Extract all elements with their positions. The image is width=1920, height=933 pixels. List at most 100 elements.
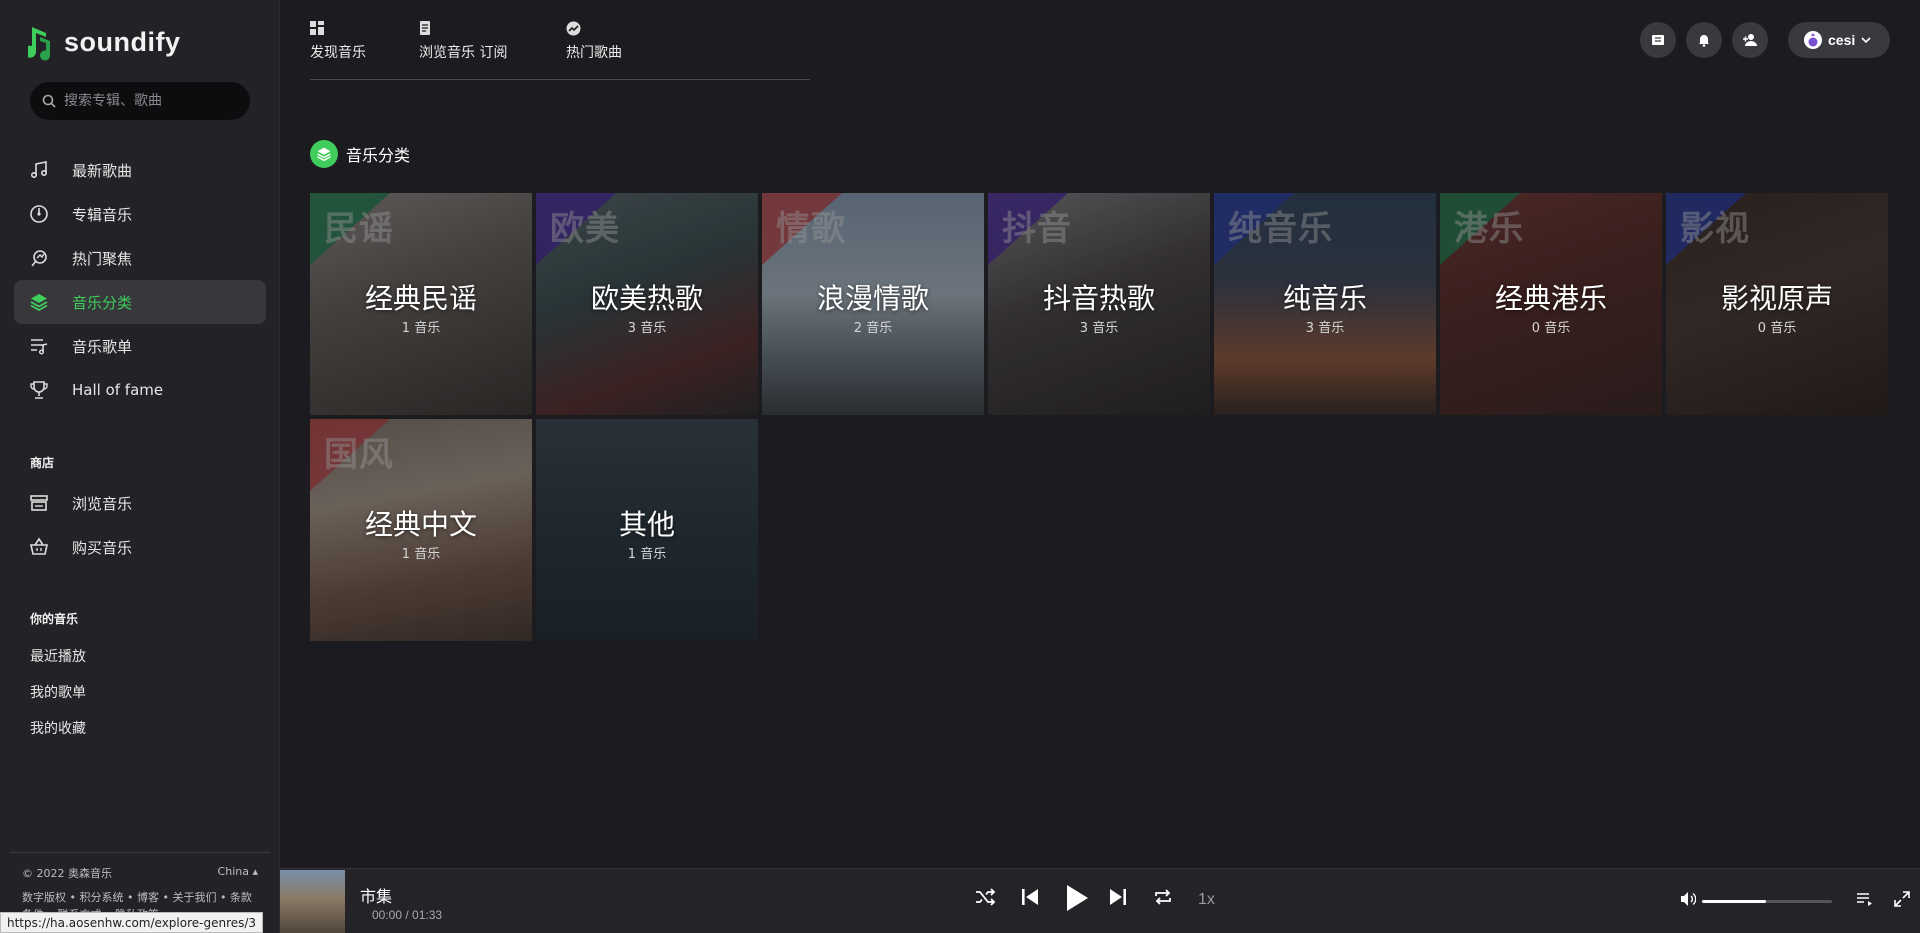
layers-icon <box>310 140 338 168</box>
sidebar-item-label: 购买音乐 <box>72 538 133 557</box>
genre-card[interactable]: 民谣 经典民谣 1 音乐 <box>310 193 532 415</box>
genre-card[interactable]: 国风 经典中文 1 音乐 <box>310 419 532 641</box>
tab-label: 浏览音乐 订阅 <box>419 45 508 61</box>
copyright: © 2022 奥森音乐 <box>22 867 112 880</box>
disc-icon <box>28 203 50 225</box>
top-tabs: 发现音乐 浏览音乐 订阅 热门歌曲 <box>310 18 810 80</box>
genre-count: 1 音乐 <box>627 547 667 562</box>
sidebar-item-genres[interactable]: 音乐分类 <box>14 280 266 324</box>
genre-count: 3 音乐 <box>1079 321 1119 336</box>
genre-title: 其他 <box>618 508 675 541</box>
genre-card[interactable]: 其他 1 音乐 <box>536 419 758 641</box>
genre-title: 经典港乐 <box>1494 282 1607 315</box>
genre-count: 1 音乐 <box>401 321 441 336</box>
skip-next-icon <box>1110 889 1126 905</box>
notifications-button[interactable] <box>1686 22 1722 58</box>
avatar-icon <box>1808 33 1818 47</box>
search-box[interactable] <box>30 82 250 120</box>
add-friend-button[interactable] <box>1732 22 1768 58</box>
cart-button[interactable] <box>1640 22 1676 58</box>
sidebar-item-label: 最新歌曲 <box>72 161 133 180</box>
tab-label: 热门歌曲 <box>566 45 622 61</box>
search-icon <box>42 94 56 108</box>
genre-title: 纯音乐 <box>1282 282 1367 315</box>
repeat-button[interactable] <box>1153 887 1173 907</box>
playback-speed[interactable]: 1x <box>1198 891 1215 909</box>
previous-button[interactable] <box>1021 887 1039 907</box>
shop-nav: 浏览音乐 购买音乐 <box>14 481 266 569</box>
search-input[interactable] <box>64 93 234 109</box>
sidebar-item-label: 专辑音乐 <box>72 205 133 224</box>
genre-title: 影视原声 <box>1720 282 1833 315</box>
sidebar-item-albums[interactable]: 专辑音乐 <box>14 192 266 236</box>
chevron-down-icon <box>1861 37 1871 44</box>
store-icon <box>28 492 50 514</box>
sidebar-item-label: 热门聚焦 <box>72 249 133 268</box>
genre-card[interactable]: 港乐 经典港乐 0 音乐 <box>1440 193 1662 415</box>
repeat-icon <box>1155 889 1171 905</box>
genre-title: 浪漫情歌 <box>816 282 929 315</box>
sidebar-item-label: Hall of fame <box>72 381 164 399</box>
music-note-icon <box>28 159 50 181</box>
username: cesi <box>1828 32 1856 48</box>
play-icon <box>1067 885 1088 911</box>
sidebar-item-hall-of-fame[interactable]: Hall of fame <box>14 368 266 412</box>
track-time: 00:00 / 01:33 <box>372 908 443 922</box>
volume-slider[interactable] <box>1702 900 1832 903</box>
next-button[interactable] <box>1109 887 1127 907</box>
document-icon <box>419 18 507 38</box>
genre-card[interactable]: 影视 影视原声 0 音乐 <box>1666 193 1888 415</box>
grid-icon <box>310 18 366 38</box>
tab-browse-subscribe[interactable]: 浏览音乐 订阅 <box>419 18 507 62</box>
main-nav: 最新歌曲 专辑音乐 热门聚焦 音乐分类 音乐歌单 Hall of fame <box>14 148 266 412</box>
fullscreen-button[interactable] <box>1894 891 1910 907</box>
your-music-list: 最近播放 我的歌单 我的收藏 <box>30 645 86 753</box>
section-header: 音乐分类 <box>310 140 410 168</box>
genre-card[interactable]: 情歌 浪漫情歌 2 音乐 <box>762 193 984 415</box>
sidebar-item-my-favorites[interactable]: 我的收藏 <box>30 717 86 753</box>
sidebar-item-buy-music[interactable]: 购买音乐 <box>14 525 266 569</box>
avatar <box>1804 31 1822 49</box>
trending-icon <box>566 18 622 38</box>
volume-button[interactable] <box>1680 891 1696 907</box>
genre-count: 0 音乐 <box>1757 321 1797 336</box>
skip-previous-icon <box>1022 889 1038 905</box>
player-bar: 市集 00:00 / 01:33 1x <box>280 868 1920 933</box>
volume-level <box>1702 900 1766 903</box>
sidebar-item-latest-songs[interactable]: 最新歌曲 <box>14 148 266 192</box>
genre-card[interactable]: 欧美 欧美热歌 3 音乐 <box>536 193 758 415</box>
genre-count: 3 音乐 <box>627 321 667 336</box>
sidebar: soundify 最新歌曲 专辑音乐 热门聚焦 <box>0 0 280 933</box>
region-selector[interactable]: China ▴ <box>218 865 258 881</box>
trophy-icon <box>28 379 50 401</box>
tab-hot-songs[interactable]: 热门歌曲 <box>566 18 622 62</box>
genre-card[interactable]: 抖音 抖音热歌 3 音乐 <box>988 193 1210 415</box>
genre-title: 经典中文 <box>364 508 477 541</box>
sidebar-item-my-playlists[interactable]: 我的歌单 <box>30 681 86 717</box>
sidebar-item-hot-focus[interactable]: 热门聚焦 <box>14 236 266 280</box>
basket-icon <box>28 536 50 558</box>
track-cover[interactable] <box>280 870 345 933</box>
status-url-hint: https://ha.aosenhw.com/explore-genres/3 <box>0 912 264 933</box>
play-button[interactable] <box>1064 883 1090 913</box>
queue-button[interactable] <box>1856 891 1874 907</box>
user-menu-button[interactable]: cesi <box>1788 22 1890 58</box>
sidebar-item-playlists[interactable]: 音乐歌单 <box>14 324 266 368</box>
sidebar-item-recent-plays[interactable]: 最近播放 <box>30 645 86 681</box>
logo[interactable]: soundify <box>28 22 181 62</box>
genre-card[interactable]: 纯音乐 纯音乐 3 音乐 <box>1214 193 1436 415</box>
tab-label: 发现音乐 <box>310 45 366 61</box>
genre-count: 3 音乐 <box>1305 321 1345 336</box>
genre-count: 0 音乐 <box>1531 321 1571 336</box>
shop-section-title: 商店 <box>30 456 55 470</box>
genre-title: 抖音热歌 <box>1042 282 1155 315</box>
genre-count: 1 音乐 <box>401 547 441 562</box>
sidebar-item-browse-music[interactable]: 浏览音乐 <box>14 481 266 525</box>
shuffle-icon <box>976 888 996 906</box>
shuffle-button[interactable] <box>974 887 996 907</box>
tab-discover-music[interactable]: 发现音乐 <box>310 18 366 62</box>
queue-list-icon <box>1857 893 1872 906</box>
track-title[interactable]: 市集 <box>360 883 392 907</box>
trend-icon <box>28 247 50 269</box>
volume-icon <box>1681 892 1696 906</box>
